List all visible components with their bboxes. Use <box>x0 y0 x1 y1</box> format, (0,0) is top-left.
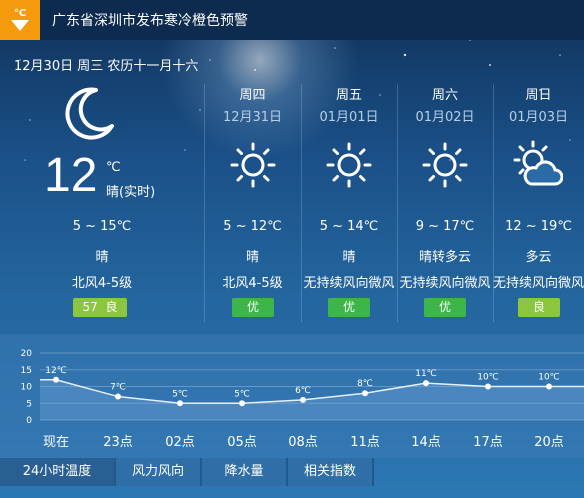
temperature-point-label: 11℃ <box>415 369 437 379</box>
temperature-point <box>485 383 491 390</box>
cold-warning-icon: °C <box>0 0 40 40</box>
day-name: 周五 <box>335 88 362 103</box>
day-temp-range: 9 ~ 17℃ <box>415 219 475 234</box>
temperature-point <box>115 393 121 400</box>
day-name: 周四 <box>239 88 266 103</box>
temperature-point-label: 5℃ <box>172 389 188 399</box>
warning-bar[interactable]: °C 广东省深圳市发布寒冷橙色预警 <box>0 0 584 40</box>
day-wind: 北风4-5级 <box>222 276 283 291</box>
day-aqi-badge[interactable]: 优 <box>424 298 466 317</box>
temperature-point-label: 8℃ <box>357 379 373 389</box>
day-date: 12月31日 <box>222 110 283 125</box>
x-tick-label: 17点 <box>473 435 503 450</box>
temperature-point <box>546 383 552 390</box>
today-temp-range: 5 ~ 15℃ <box>72 219 132 234</box>
y-tick-label: 0 <box>26 416 32 426</box>
day-date: 01月02日 <box>415 110 475 125</box>
aqi-value: 57 <box>82 300 98 314</box>
temperature-point <box>53 376 59 383</box>
sun-icon <box>326 142 372 188</box>
current-temperature: 12 <box>44 149 98 202</box>
aqi-label: 良 <box>105 300 118 314</box>
x-tick-label: 23点 <box>103 435 133 450</box>
x-tick-label: 14点 <box>411 435 441 450</box>
day-wind: 无持续风向微风 <box>493 276 584 291</box>
temperature-point <box>177 400 183 407</box>
day-temp-range: 5 ~ 14℃ <box>319 219 379 234</box>
day-name: 周六 <box>431 88 458 103</box>
day-wind: 无持续风向微风 <box>399 276 491 291</box>
warning-icon-label: °C <box>13 7 27 19</box>
day-weather: 多云 <box>525 250 552 265</box>
day-weather: 晴 <box>342 250 356 265</box>
x-tick-label: 08点 <box>288 435 318 450</box>
temperature-point <box>362 390 368 397</box>
day-weather: 晴 <box>245 250 259 265</box>
day-wind: 无持续风向微风 <box>303 276 395 291</box>
x-tick-label: 02点 <box>165 435 195 450</box>
y-tick-label: 15 <box>21 366 32 376</box>
sun-icon <box>422 142 468 188</box>
day-name: 周日 <box>525 88 552 103</box>
moon-icon <box>65 87 114 140</box>
chart-tabs: 24小时温度 风力风向 降水量 相关指数 <box>0 458 584 486</box>
warning-title: 广东省深圳市发布寒冷橙色预警 <box>52 13 248 29</box>
day-temp-range: 12 ~ 19℃ <box>505 219 572 234</box>
tab-precipitation[interactable]: 降水量 <box>202 458 288 486</box>
temperature-point-label: 7℃ <box>110 383 126 393</box>
tab-24h-temperature[interactable]: 24小时温度 <box>0 458 116 486</box>
x-tick-label: 20点 <box>534 435 564 450</box>
day-temp-range: 5 ~ 12℃ <box>223 219 282 234</box>
current-condition: 晴(实时) <box>106 185 156 200</box>
temperature-point-label: 10℃ <box>538 373 560 383</box>
temperature-point-label: 12℃ <box>45 366 67 376</box>
today-aqi-badge[interactable]: 57 良 <box>73 298 127 317</box>
y-tick-label: 10 <box>21 383 33 393</box>
day-date: 01月03日 <box>508 110 569 125</box>
x-tick-label: 05点 <box>227 435 257 450</box>
down-arrow-icon <box>11 19 29 31</box>
temperature-point <box>300 396 306 403</box>
day-aqi-badge[interactable]: 优 <box>328 298 370 317</box>
day-weather: 晴转多云 <box>418 250 471 265</box>
partly-cloudy-icon <box>513 140 563 186</box>
temperature-point <box>423 380 429 387</box>
tab-indices[interactable]: 相关指数 <box>288 458 374 486</box>
sun-icon <box>230 142 276 188</box>
hourly-temperature-panel: 20 15 10 5 0 12℃ 现在 7℃ 23点 5℃ 02点 5℃ 05点 6℃ 08点 8℃ 11点 11… <box>0 334 584 458</box>
y-tick-label: 5 <box>26 399 32 409</box>
temperature-point <box>239 400 245 407</box>
x-tick-label: 现在 <box>43 435 69 450</box>
temperature-point-label: 5℃ <box>234 389 250 399</box>
today-weather: 晴 <box>95 250 109 265</box>
today-date-line: 12月30日 周三 农历十一月十六 <box>14 59 199 74</box>
day-date: 01月01日 <box>319 110 379 125</box>
hourly-temperature-chart: 20 15 10 5 0 12℃ 现在 7℃ 23点 5℃ 02点 5℃ 05点 6℃ 08点 8℃ 11点 11… <box>21 349 584 450</box>
temperature-unit: ℃ <box>106 160 121 175</box>
today-wind: 北风4-5级 <box>71 276 133 291</box>
y-tick-label: 20 <box>21 349 33 359</box>
x-tick-label: 11点 <box>350 435 380 450</box>
tab-wind[interactable]: 风力风向 <box>116 458 202 486</box>
day-aqi-badge[interactable]: 优 <box>232 298 274 317</box>
day-aqi-badge[interactable]: 良 <box>518 298 560 317</box>
temperature-point-label: 6℃ <box>295 386 311 396</box>
temperature-point-label: 10℃ <box>477 373 499 383</box>
